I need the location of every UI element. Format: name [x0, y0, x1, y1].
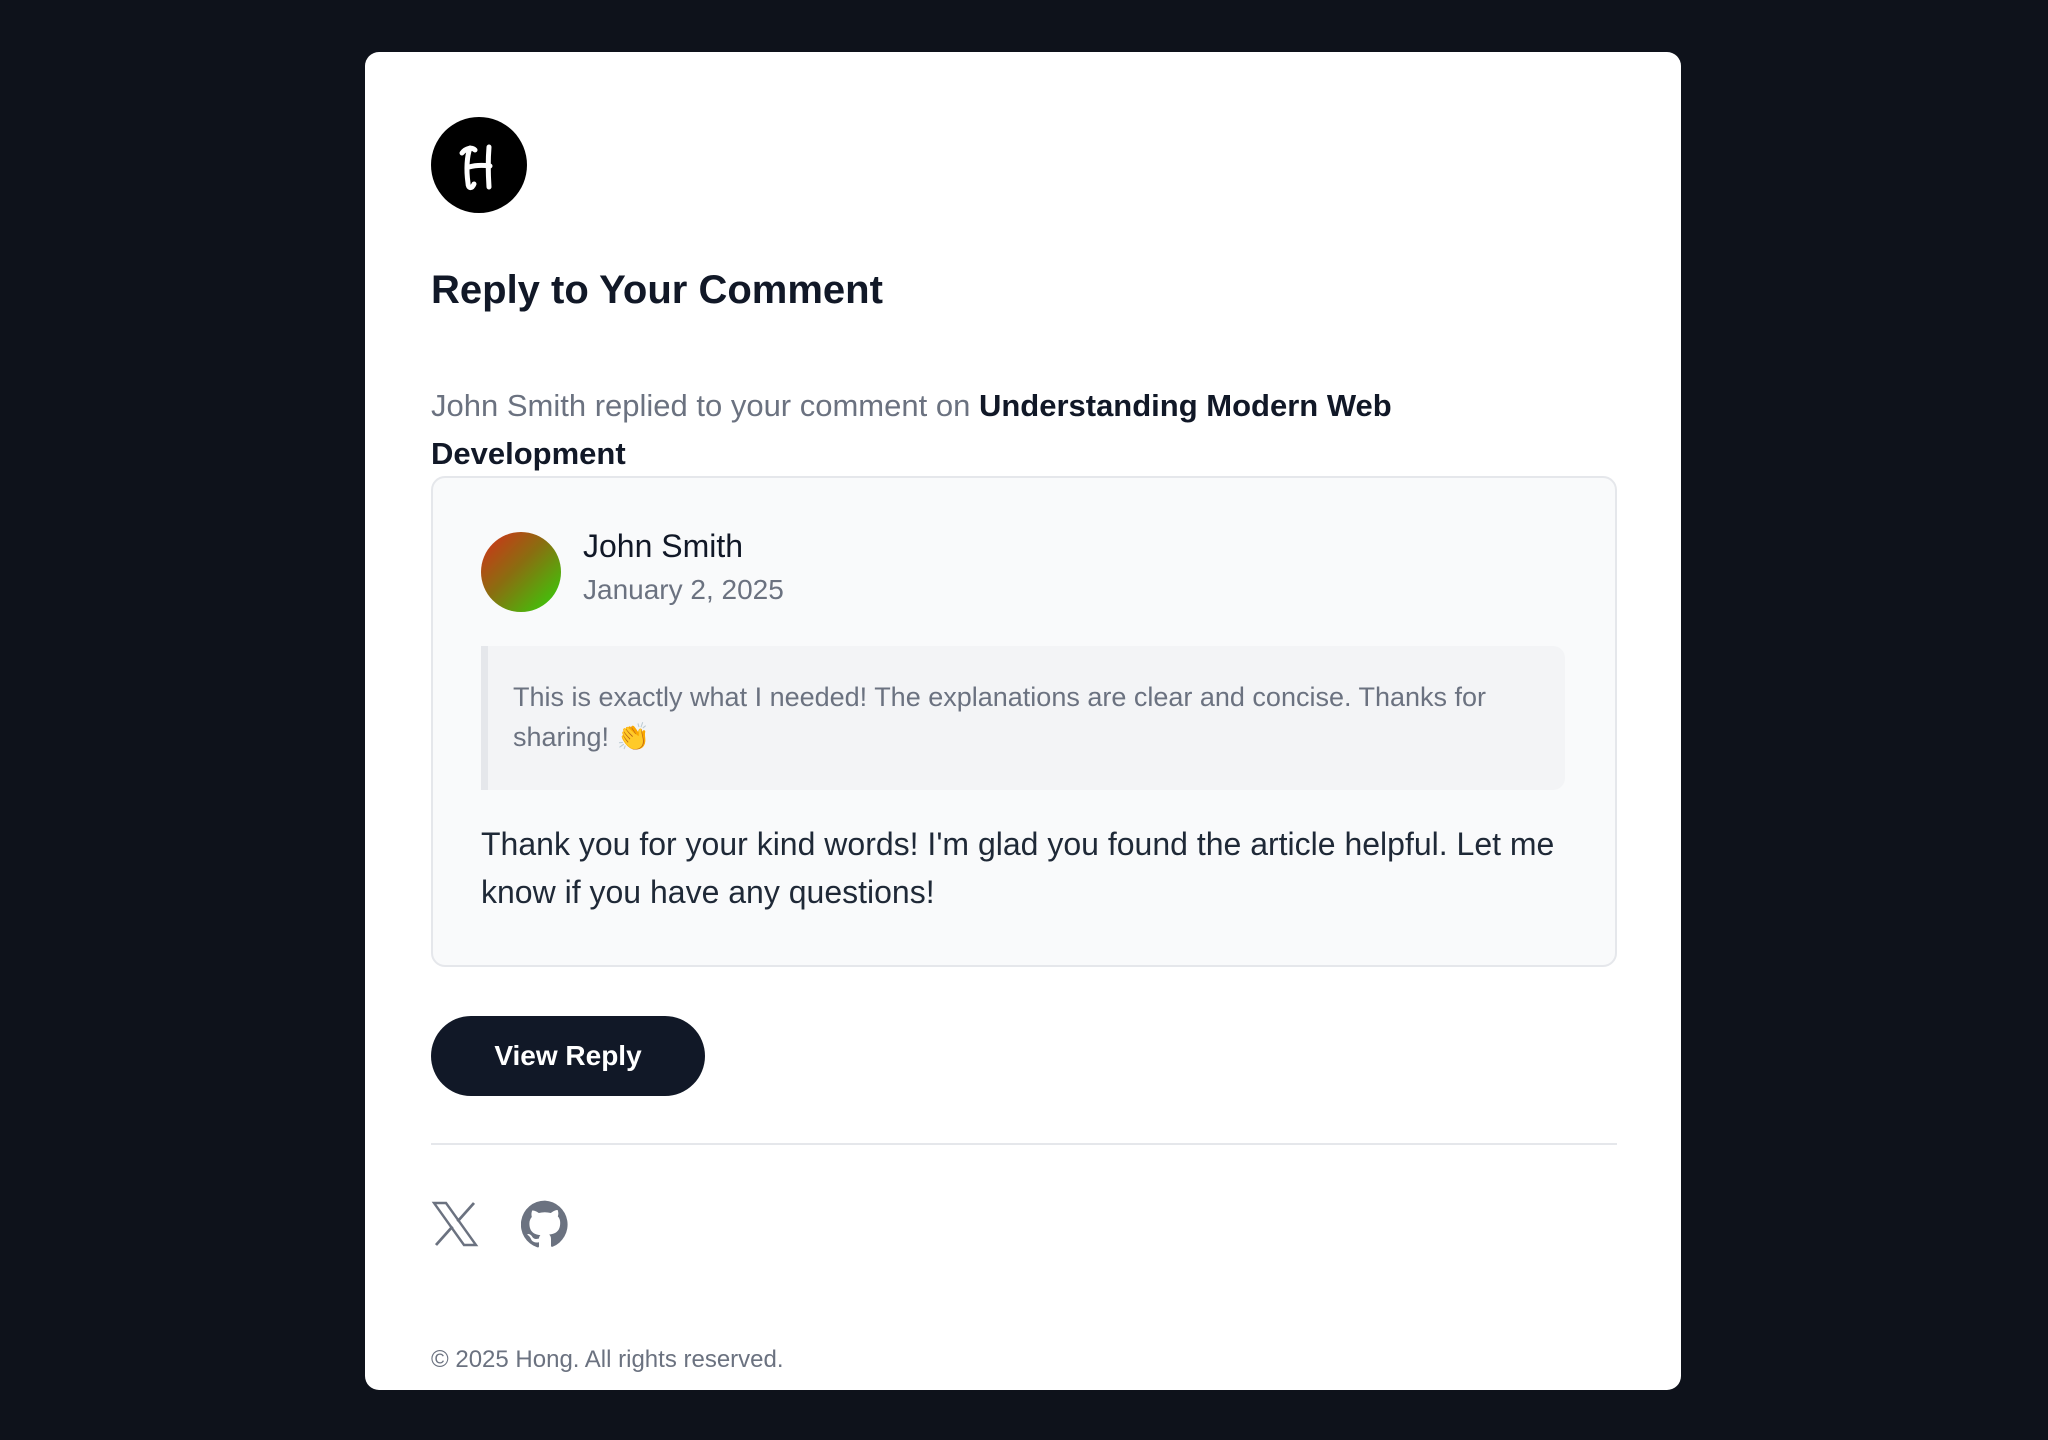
- footer-divider: [431, 1143, 1617, 1145]
- copyright-text: © 2025 Hong. All rights reserved.: [431, 1346, 784, 1373]
- reply-text: Thank you for your kind words! I'm glad …: [481, 826, 1555, 910]
- github-icon[interactable]: [520, 1200, 569, 1248]
- comment-author: John Smith: [583, 528, 744, 564]
- comment-card: John Smith January 2, 2025 This is exact…: [431, 476, 1617, 967]
- view-reply-button[interactable]: View Reply: [431, 1016, 705, 1096]
- avatar: [481, 532, 561, 612]
- original-comment-quote: This is exactly what I needed! The expla…: [481, 646, 1565, 790]
- x-logo-icon[interactable]: [431, 1200, 479, 1248]
- intro-text: John Smith replied to your comment on: [431, 388, 979, 423]
- page-title: Reply to Your Comment: [431, 268, 883, 312]
- h-monogram-icon: [431, 117, 527, 213]
- comment-date: January 2, 2025: [583, 574, 784, 605]
- email-card: Reply to Your Comment John Smith replied…: [365, 52, 1681, 1390]
- notification-intro: John Smith replied to your comment on Un…: [431, 382, 1491, 478]
